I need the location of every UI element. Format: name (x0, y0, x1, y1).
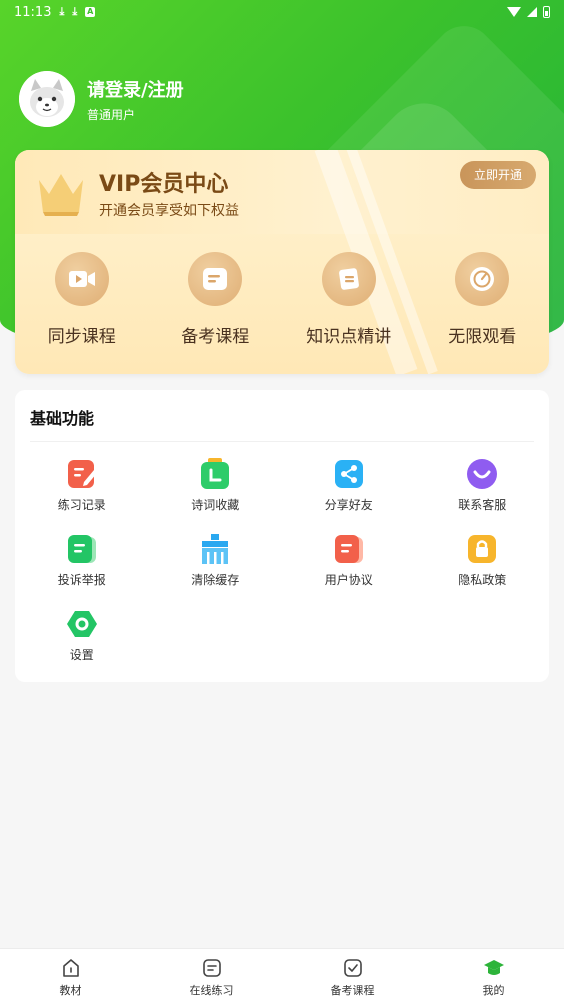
func-contact-service[interactable]: 联系客服 (416, 458, 550, 513)
share-icon (334, 460, 363, 488)
vip-benefit-label: 无限观看 (448, 327, 517, 347)
func-poem-favorites[interactable]: 诗词收藏 (149, 458, 283, 513)
func-label: 分享好友 (324, 498, 373, 512)
vip-benefit-label: 备考课程 (181, 327, 250, 347)
tab-exam-course[interactable]: 备考课程 (282, 949, 423, 1004)
func-clear-cache[interactable]: 清除缓存 (149, 533, 283, 588)
cat-avatar-icon (19, 71, 75, 127)
exam-course-icon (343, 959, 362, 977)
vip-open-button[interactable]: 立即开通 (460, 161, 536, 189)
func-label: 联系客服 (458, 498, 507, 512)
tab-textbook[interactable]: 教材 (0, 949, 141, 1004)
section-title: 基础功能 (30, 409, 95, 428)
vip-benefit-sync-course[interactable]: 同步课程 (15, 252, 149, 362)
vip-card[interactable]: VIP会员中心 开通会员享受如下权益 立即开通 同步课程 备考课程 知识点精讲 … (15, 150, 549, 374)
complaint-icon (67, 535, 96, 563)
agreement-icon (334, 535, 363, 563)
vip-benefit-label: 知识点精讲 (306, 327, 392, 347)
clear-cache-icon (202, 534, 229, 564)
tab-online-practice[interactable]: 在线练习 (141, 949, 282, 1004)
tab-label: 备考课程 (330, 984, 375, 997)
func-label: 隐私政策 (458, 573, 507, 587)
func-share-friends[interactable]: 分享好友 (282, 458, 416, 513)
func-label: 用户协议 (324, 573, 373, 587)
func-label: 清除缓存 (191, 573, 240, 587)
home-icon (62, 959, 79, 977)
func-practice-record[interactable]: 练习记录 (15, 458, 149, 513)
status-bar: 11:13 ⤓ ⤓ A (0, 0, 564, 24)
func-user-agreement[interactable]: 用户协议 (282, 533, 416, 588)
document-icon (188, 252, 243, 306)
divider (30, 441, 534, 442)
avatar[interactable] (19, 71, 75, 127)
wifi-icon (507, 7, 521, 17)
tab-label: 在线练习 (189, 984, 234, 997)
func-complaint[interactable]: 投诉举报 (15, 533, 149, 588)
book-icon (321, 252, 376, 306)
gauge-icon (455, 252, 510, 306)
vip-benefit-knowledge[interactable]: 知识点精讲 (282, 252, 416, 362)
service-icon (467, 459, 498, 489)
signal-icon (527, 7, 537, 17)
vip-benefit-label: 同步课程 (47, 327, 116, 347)
download-notification-icon: ⤓ (72, 5, 78, 18)
func-label: 练习记录 (57, 498, 106, 512)
crown-icon (39, 174, 83, 216)
tab-label: 教材 (59, 984, 82, 997)
func-label: 投诉举报 (57, 573, 106, 587)
login-register-link[interactable]: 请登录/注册 (87, 76, 184, 102)
bottom-navigation: 教材 在线练习 备考课程 我的 (0, 948, 564, 1004)
user-type-label: 普通用户 (87, 108, 136, 122)
vip-benefit-unlimited[interactable]: 无限观看 (416, 252, 550, 362)
app-notification-icon: A (85, 7, 96, 17)
vip-title: VIP会员中心 (99, 172, 229, 197)
func-label: 设置 (69, 648, 94, 662)
basic-functions-card: 基础功能 练习记录 诗词收藏 分享好友 联系客服 投诉举报 清除缓存 用户协议 … (15, 390, 549, 682)
video-icon (54, 252, 109, 306)
vip-benefit-exam-course[interactable]: 备考课程 (149, 252, 283, 362)
settings-icon (66, 611, 97, 637)
vip-benefits: 同步课程 备考课程 知识点精讲 无限观看 (15, 252, 549, 362)
battery-icon (543, 6, 550, 18)
func-label: 诗词收藏 (191, 498, 240, 512)
tab-label: 我的 (482, 984, 505, 997)
func-privacy-policy[interactable]: 隐私政策 (416, 533, 550, 588)
vip-subtitle: 开通会员享受如下权益 (99, 203, 239, 219)
edit-record-icon (67, 460, 97, 488)
tab-mine[interactable]: 我的 (423, 949, 564, 1004)
func-settings[interactable]: 设置 (15, 608, 149, 663)
lock-icon (468, 535, 497, 563)
clock-bookmark-icon (201, 458, 230, 489)
download-notification-icon: ⤓ (59, 5, 65, 18)
graduation-cap-icon (483, 960, 504, 975)
practice-icon (202, 959, 221, 977)
status-time: 11:13 (14, 4, 52, 20)
